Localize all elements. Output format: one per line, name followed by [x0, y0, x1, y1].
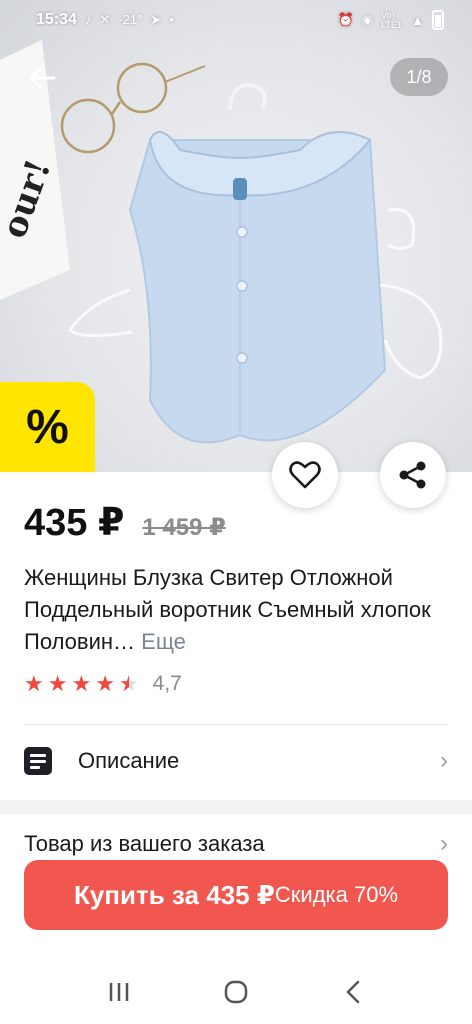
status-temp: -21° [118, 12, 143, 27]
chevron-left-icon [347, 980, 360, 1004]
music-icon: ♪ [84, 12, 92, 27]
description-row[interactable]: Описание › [24, 738, 448, 784]
image-counter: 1/8 [390, 58, 448, 96]
buy-discount: Скидка 70% [274, 882, 399, 907]
back-button[interactable] [22, 58, 62, 98]
order-item-row[interactable]: Товар из вашего заказа › [24, 826, 448, 862]
old-price: 1 459 ₽ [142, 514, 226, 541]
status-time: 15:34 [36, 11, 77, 28]
status-bar: 15:34 ♪ ✕ -21° ➤ • ⏰ ◉ Vo) LTE1 ▲ [0, 0, 472, 40]
product-image-gallery[interactable]: our! 15:34 ♪ ✕ -21° ➤ • ⏰ ◉ Vo) LTE1 ▲ 1… [0, 0, 472, 472]
arrow-left-icon [29, 67, 56, 89]
share-icon [399, 461, 426, 489]
price-block: 435 ₽ 1 459 ₽ [24, 500, 226, 545]
home-icon [224, 980, 248, 1004]
product-rating[interactable]: ★ ★ ★ ★ ★ 4,7 [24, 672, 182, 696]
product-title-text: Женщины Блузка Свитер Отложной Поддельны… [24, 565, 431, 654]
document-icon [24, 747, 52, 775]
description-label: Описание [78, 748, 180, 773]
dot-icon: • [169, 12, 174, 27]
heart-icon [289, 461, 321, 489]
notification-icons: ♪ ✕ -21° ➤ • [85, 12, 174, 28]
system-nav-bar [0, 960, 472, 1024]
order-item-label: Товар из вашего заказа [24, 831, 265, 856]
star-icon: ★ [47, 671, 68, 696]
star-icon: ★ [24, 671, 44, 696]
sale-badge: % [0, 382, 95, 472]
chevron-right-icon: › [440, 830, 448, 857]
star-half-icon: ★ [118, 671, 139, 696]
product-title[interactable]: Женщины Блузка Свитер Отложной Поддельны… [24, 562, 452, 658]
section-separator [0, 800, 472, 814]
alarm-icon: ⏰ [337, 12, 354, 27]
telegram-icon: ➤ [150, 12, 162, 27]
network-label: Vo) LTE1 [381, 10, 402, 30]
favorite-button[interactable] [272, 442, 338, 508]
rating-value: 4,7 [152, 672, 182, 695]
recent-apps-button[interactable] [99, 972, 139, 1012]
current-price: 435 ₽ [24, 502, 125, 544]
divider [24, 724, 448, 725]
missed-call-icon: ✕ [99, 12, 111, 27]
percent-icon: % [26, 400, 69, 454]
star-icon: ★ [71, 671, 92, 696]
system-back-button[interactable] [333, 972, 373, 1012]
recent-apps-icon [109, 983, 128, 1001]
chevron-right-icon: › [440, 747, 448, 774]
home-button[interactable] [216, 972, 256, 1012]
signal-icon: ▲ [411, 12, 424, 28]
buy-label: Купить за 435 ₽ [73, 879, 275, 910]
share-button[interactable] [380, 442, 446, 508]
wifi-icon: ◉ [361, 12, 374, 27]
buy-button[interactable]: Купить за 435 ₽ Скидка 70% [24, 860, 448, 930]
battery-icon [432, 10, 444, 30]
star-icon: ★ [95, 671, 115, 696]
more-link[interactable]: Еще [141, 629, 186, 654]
